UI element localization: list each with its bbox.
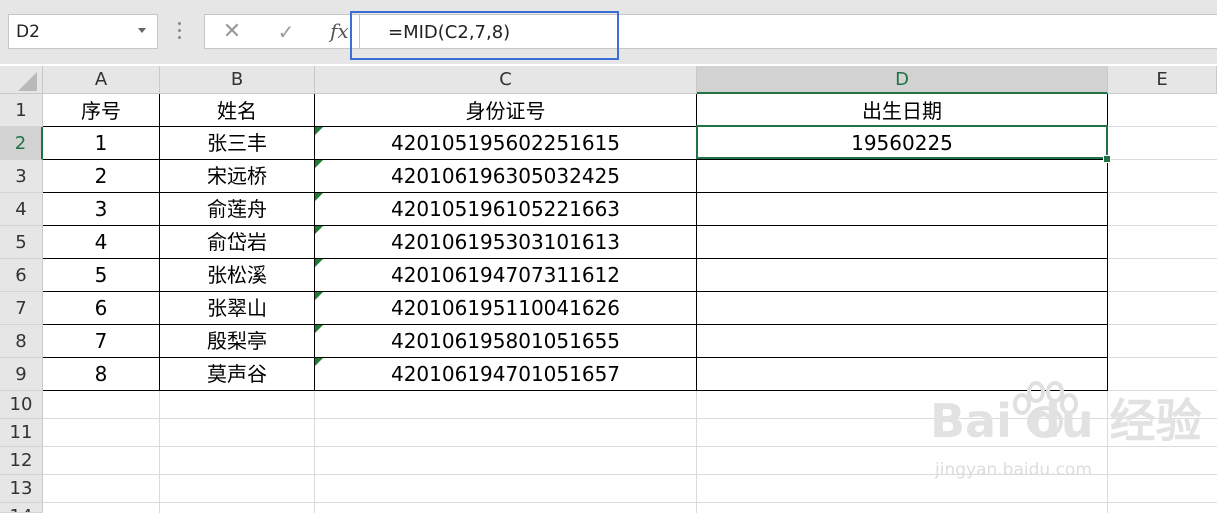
formula-text[interactable]: =MID(C2,7,8): [388, 22, 510, 44]
cell-name[interactable]: 张三丰: [160, 128, 314, 159]
number-as-text-indicator-icon[interactable]: [315, 259, 323, 267]
header-cell-name[interactable]: 姓名: [160, 96, 314, 126]
dropdown-icon[interactable]: [138, 28, 146, 33]
header-cell-birth[interactable]: 出生日期: [697, 96, 1107, 126]
number-as-text-indicator-icon[interactable]: [315, 358, 323, 366]
watermark-logo: Bai du 经验: [930, 394, 1202, 448]
select-all-icon[interactable]: [18, 72, 37, 91]
cell-name[interactable]: 殷梨亭: [160, 326, 314, 357]
table-border: [43, 192, 1108, 193]
cell-name[interactable]: 俞莲舟: [160, 194, 314, 225]
cell-no[interactable]: 7: [43, 326, 159, 357]
number-as-text-indicator-icon[interactable]: [315, 127, 323, 135]
cell-no[interactable]: 8: [43, 359, 159, 390]
cell-id[interactable]: 420106194701051657: [315, 359, 696, 390]
row-header-1[interactable]: 1: [0, 94, 43, 127]
row-header-7[interactable]: 7: [0, 292, 43, 325]
table-border: [43, 357, 1108, 358]
row-header-12[interactable]: 12: [0, 447, 43, 475]
table-border: [43, 324, 1108, 325]
header-cell-no[interactable]: 序号: [43, 96, 159, 126]
cell-name[interactable]: 张翠山: [160, 293, 314, 324]
row-header-11[interactable]: 11: [0, 419, 43, 447]
number-as-text-indicator-icon[interactable]: [315, 292, 323, 300]
row-header-6[interactable]: 6: [0, 259, 43, 292]
cell-id[interactable]: 420106195110041626: [315, 293, 696, 324]
drag-handle-icon[interactable]: [178, 22, 182, 40]
table-border: [43, 291, 1108, 292]
row-header-8[interactable]: 8: [0, 325, 43, 358]
watermark-url: jingyan.baidu.com: [935, 460, 1092, 480]
table-border: [43, 225, 1108, 226]
cell-name[interactable]: 张松溪: [160, 260, 314, 291]
cell-id[interactable]: 420106196305032425: [315, 161, 696, 192]
column-header-b[interactable]: B: [160, 66, 315, 94]
header-cell-id[interactable]: 身份证号: [315, 96, 696, 126]
row-header-4[interactable]: 4: [0, 193, 43, 226]
cell-no[interactable]: 2: [43, 161, 159, 192]
cell-id[interactable]: 420106194707311612: [315, 260, 696, 291]
cell-no[interactable]: 3: [43, 194, 159, 225]
number-as-text-indicator-icon[interactable]: [315, 226, 323, 234]
row-header-10[interactable]: 10: [0, 391, 43, 419]
column-header-d[interactable]: D: [697, 66, 1108, 94]
row-header-9[interactable]: 9: [0, 358, 43, 391]
active-cell-d2[interactable]: [696, 125, 1108, 159]
column-header-c[interactable]: C: [315, 66, 697, 94]
row-header-13[interactable]: 13: [0, 475, 43, 503]
table-border: [43, 258, 1108, 259]
row-header-14[interactable]: 14: [0, 503, 43, 513]
fill-handle[interactable]: [1103, 155, 1111, 163]
cell-id[interactable]: 420106195303101613: [315, 227, 696, 258]
cell-name[interactable]: 俞岱岩: [160, 227, 314, 258]
cell-id[interactable]: 420105196105221663: [315, 194, 696, 225]
number-as-text-indicator-icon[interactable]: [315, 325, 323, 333]
cell-no[interactable]: 6: [43, 293, 159, 324]
column-header-a[interactable]: A: [43, 66, 160, 94]
cell-name[interactable]: 莫声谷: [160, 359, 314, 390]
cell-id[interactable]: 420105195602251615: [315, 128, 696, 159]
enter-icon[interactable]: ✓: [274, 20, 298, 44]
cell-name[interactable]: 宋远桥: [160, 161, 314, 192]
gridline: [43, 502, 1217, 503]
row-header-3[interactable]: 3: [0, 160, 43, 193]
name-box-value[interactable]: D2: [16, 22, 40, 42]
cell-no[interactable]: 5: [43, 260, 159, 291]
column-header-e[interactable]: E: [1108, 66, 1217, 94]
cancel-icon[interactable]: ✕: [220, 20, 244, 44]
number-as-text-indicator-icon[interactable]: [315, 193, 323, 201]
row-header-5[interactable]: 5: [0, 226, 43, 259]
cell-no[interactable]: 1: [43, 128, 159, 159]
table-border: [43, 159, 1108, 160]
cell-id[interactable]: 420106195801051655: [315, 326, 696, 357]
cell-no[interactable]: 4: [43, 227, 159, 258]
number-as-text-indicator-icon[interactable]: [315, 160, 323, 168]
row-header-2[interactable]: 2: [0, 127, 43, 160]
